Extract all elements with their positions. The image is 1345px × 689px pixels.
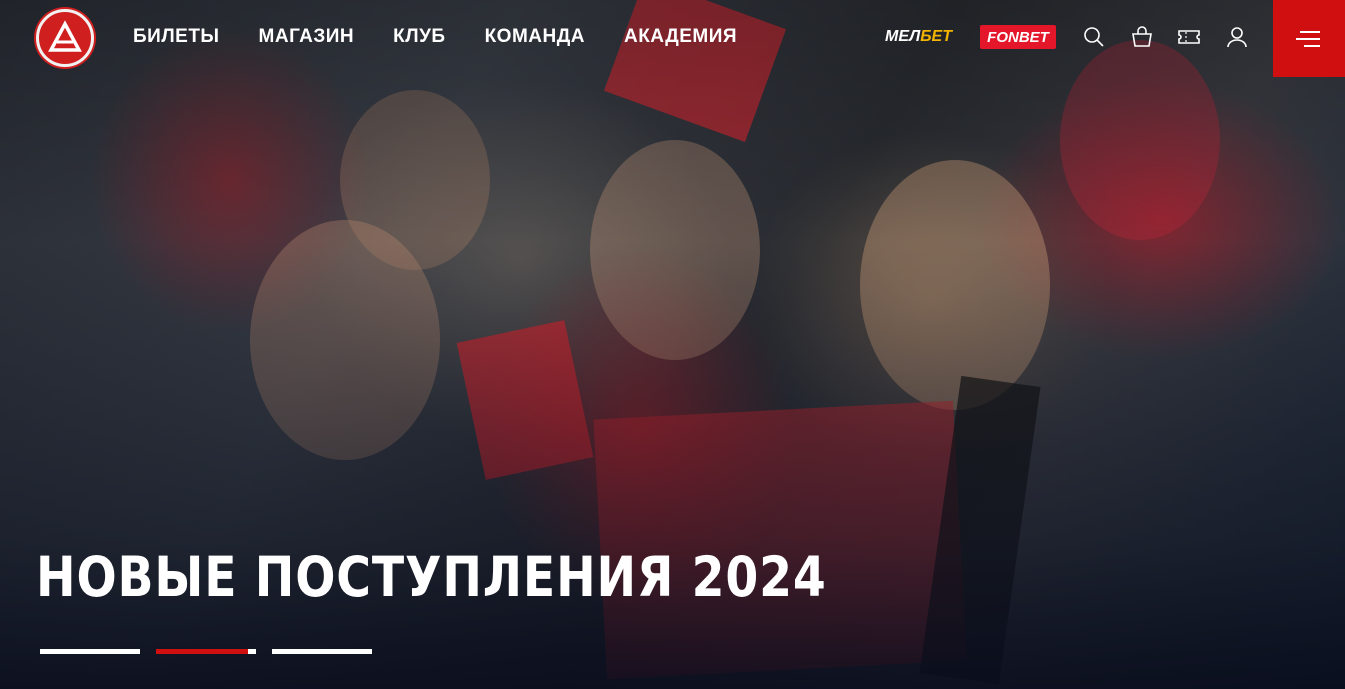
sponsor-fonbet[interactable]: FONBET (980, 25, 1056, 49)
hamburger-menu-icon (1296, 30, 1320, 47)
nav-item-tickets[interactable]: БИЛЕТЫ (133, 26, 220, 48)
main-nav: БИЛЕТЫ МАГАЗИН КЛУБ КОМАНДА АКАДЕМИЯ (133, 26, 776, 48)
sponsor-melbet[interactable]: МЕЛБЕТ (885, 28, 952, 46)
user-icon[interactable] (1225, 25, 1249, 49)
club-logo[interactable] (36, 9, 94, 67)
nav-item-shop[interactable]: МАГАЗИН (259, 26, 355, 48)
slider-dot-2[interactable] (156, 649, 256, 654)
melbet-text-b: БЕТ (920, 28, 952, 45)
site-header: БИЛЕТЫ МАГАЗИН КЛУБ КОМАНДА АКАДЕМИЯ МЕЛ… (0, 0, 1345, 78)
hero-headline: НОВЫЕ ПОСТУПЛЕНИЯ 2024 (36, 545, 827, 609)
nav-item-club[interactable]: КЛУБ (393, 26, 445, 48)
akron-logo-icon (48, 20, 82, 52)
search-icon[interactable] (1082, 25, 1106, 49)
menu-button[interactable] (1273, 0, 1345, 77)
nav-item-academy[interactable]: АКАДЕМИЯ (624, 26, 737, 48)
slider-dot-1[interactable] (40, 649, 140, 654)
slider-dot-3[interactable] (272, 649, 372, 654)
melbet-text-a: МЕЛ (885, 28, 921, 45)
cart-icon[interactable] (1130, 25, 1154, 49)
slider-pagination (40, 649, 372, 654)
nav-item-team[interactable]: КОМАНДА (485, 26, 585, 48)
ticket-icon[interactable] (1177, 25, 1201, 49)
slider-dot-progress (156, 649, 248, 654)
